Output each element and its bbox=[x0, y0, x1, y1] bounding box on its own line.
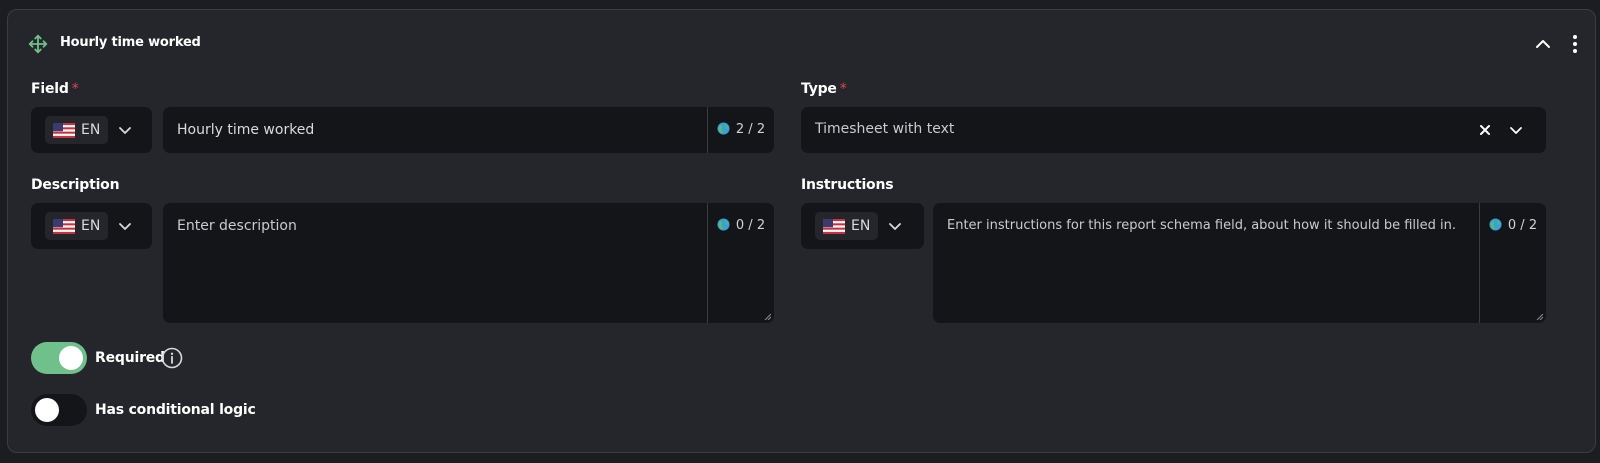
language-code: EN bbox=[81, 218, 101, 234]
description-language-select[interactable]: EN bbox=[31, 203, 152, 249]
type-label: Type * bbox=[801, 81, 847, 97]
card-title: Hourly time worked bbox=[60, 35, 201, 50]
field-label: Field * bbox=[31, 81, 79, 97]
required-toggle-label: Required bbox=[95, 350, 165, 366]
toggle-knob bbox=[35, 398, 59, 422]
language-chip: EN bbox=[45, 212, 109, 240]
resize-handle-icon[interactable] bbox=[1536, 313, 1543, 320]
instructions-box: Enter instructions for this report schem… bbox=[933, 203, 1546, 323]
conditional-logic-toggle[interactable] bbox=[31, 394, 87, 426]
globe-icon bbox=[1489, 218, 1502, 231]
description-textarea[interactable]: Enter description bbox=[177, 218, 297, 234]
chevron-down-icon bbox=[889, 223, 902, 230]
info-circle-icon[interactable] bbox=[161, 347, 183, 369]
collapse-button[interactable] bbox=[1530, 31, 1556, 57]
counter-text: 0 / 2 bbox=[1507, 218, 1538, 233]
field-name-box: 2 / 2 bbox=[163, 107, 774, 153]
counter-text: 0 / 2 bbox=[735, 218, 766, 233]
field-language-select[interactable]: EN bbox=[31, 107, 152, 153]
x-icon[interactable] bbox=[1479, 124, 1491, 136]
us-flag-icon bbox=[53, 122, 75, 138]
required-star: * bbox=[71, 81, 79, 97]
globe-icon bbox=[717, 122, 730, 135]
language-chip: EN bbox=[815, 212, 879, 240]
field-name-input[interactable] bbox=[163, 107, 708, 153]
language-chip: EN bbox=[45, 116, 109, 144]
instructions-label: Instructions bbox=[801, 177, 894, 193]
field-card: Hourly time worked Field * EN Hourly tim… bbox=[7, 9, 1596, 453]
required-star: * bbox=[839, 81, 847, 97]
type-selected-value: Timesheet with text bbox=[815, 121, 955, 137]
globe-icon bbox=[717, 218, 730, 231]
resize-handle-icon[interactable] bbox=[764, 313, 771, 320]
translation-counter: 2 / 2 bbox=[707, 107, 774, 153]
instructions-language-select[interactable]: EN bbox=[801, 203, 924, 249]
language-code: EN bbox=[81, 122, 101, 138]
translation-counter: 0 / 2 bbox=[707, 203, 774, 323]
instructions-textarea[interactable]: Enter instructions for this report schem… bbox=[947, 218, 1456, 233]
translation-counter: 0 / 2 bbox=[1479, 203, 1546, 323]
us-flag-icon bbox=[53, 218, 75, 234]
chevron-up-icon bbox=[1536, 40, 1550, 48]
chevron-down-icon bbox=[1510, 127, 1522, 134]
language-code: EN bbox=[851, 218, 871, 234]
conditional-logic-label: Has conditional logic bbox=[95, 402, 256, 418]
description-box: Enter description 0 / 2 bbox=[163, 203, 774, 323]
vertical-dots-icon bbox=[1573, 35, 1577, 53]
chevron-down-icon bbox=[119, 223, 132, 230]
counter-text: 2 / 2 bbox=[735, 122, 766, 137]
us-flag-icon bbox=[823, 218, 845, 234]
move-arrows-icon[interactable] bbox=[27, 33, 49, 55]
toggle-knob bbox=[59, 346, 83, 370]
more-options-button[interactable] bbox=[1562, 31, 1588, 57]
description-label: Description bbox=[31, 177, 120, 193]
type-select[interactable]: Timesheet with text bbox=[801, 107, 1546, 153]
required-toggle[interactable] bbox=[31, 342, 87, 374]
chevron-down-icon bbox=[119, 127, 132, 134]
